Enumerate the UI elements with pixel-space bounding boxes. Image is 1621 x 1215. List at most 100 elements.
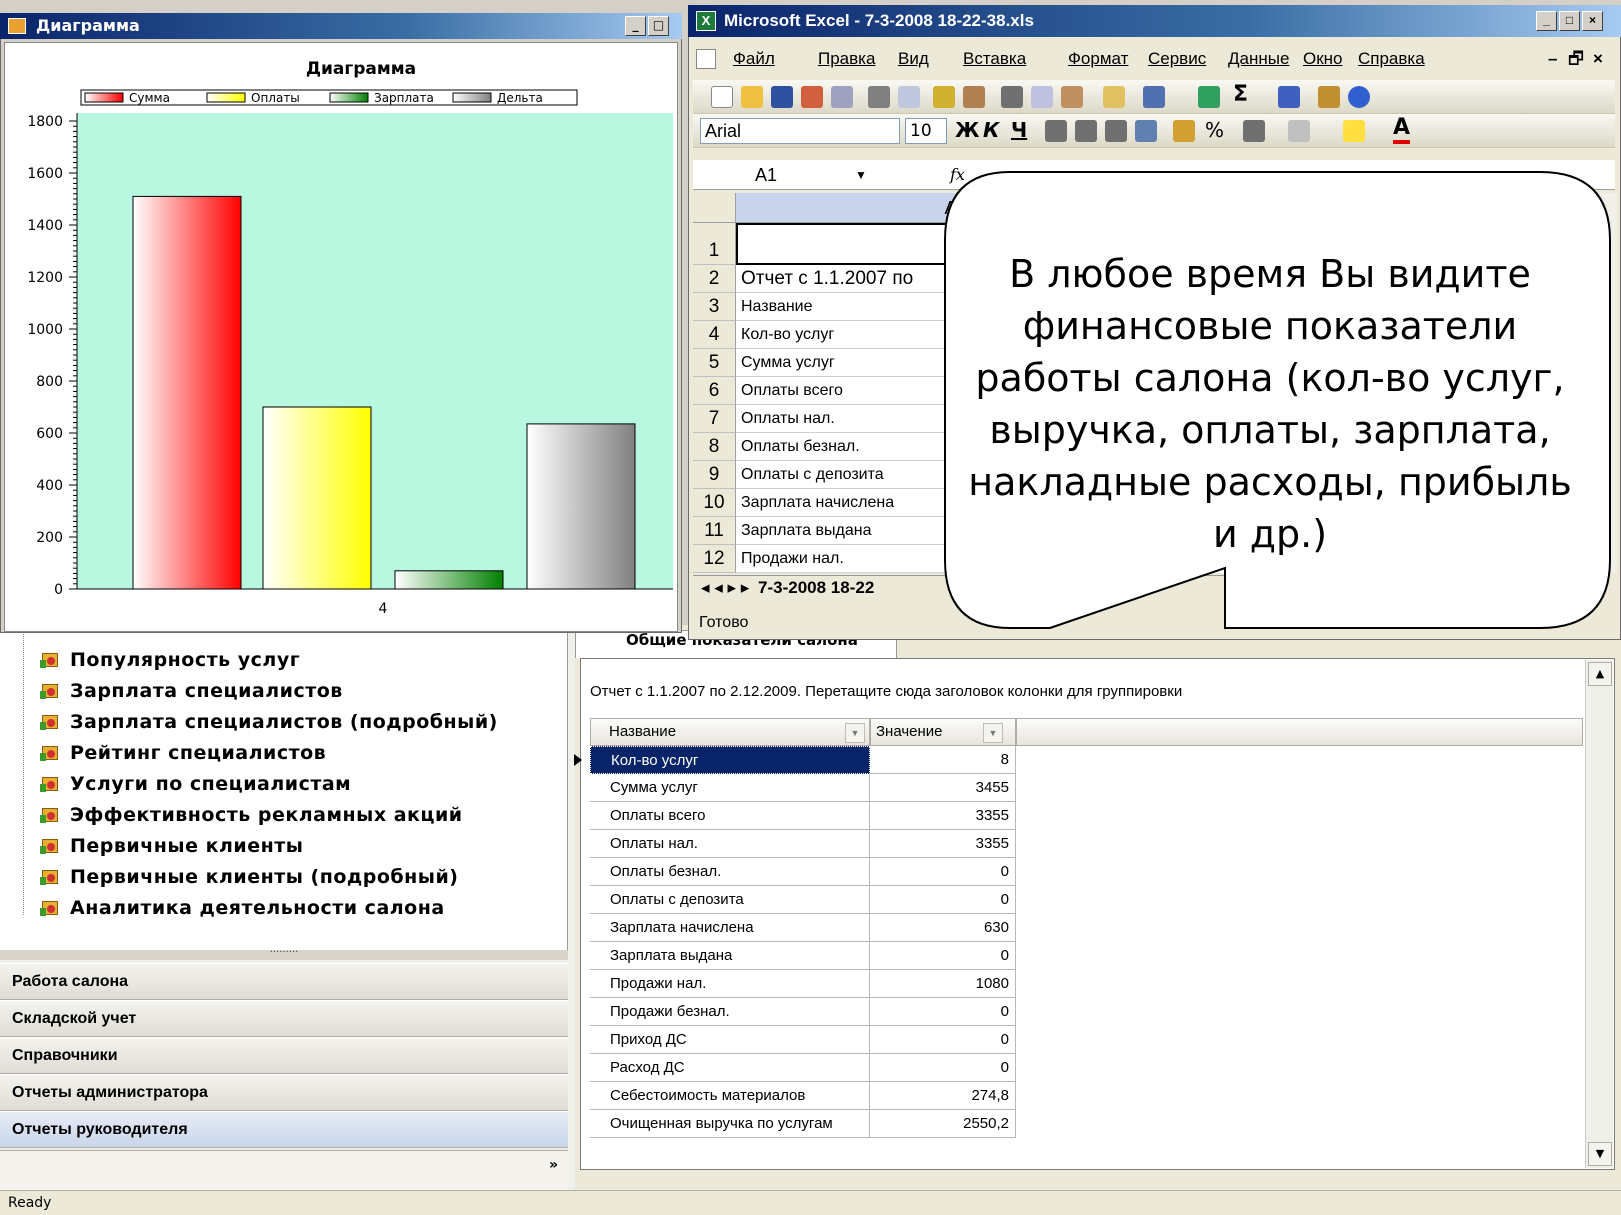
cell-value[interactable]: 0 xyxy=(870,1054,1016,1082)
minimize-icon[interactable]: _ xyxy=(1536,11,1557,31)
table-row[interactable]: Продажи нал. 1080 xyxy=(590,970,1040,998)
table-row[interactable]: Оплаты с депозита 0 xyxy=(590,886,1040,914)
undo-icon[interactable] xyxy=(1143,86,1165,108)
tree-item-report[interactable]: Эффективность рекламных акций xyxy=(40,800,463,830)
close-icon[interactable]: × xyxy=(1582,11,1603,31)
minimize-icon[interactable]: _ xyxy=(625,16,646,36)
menu-item[interactable]: Правка xyxy=(818,43,875,75)
cell-name[interactable]: Оплаты безнал. xyxy=(590,858,870,886)
font-name-select[interactable]: Arial xyxy=(700,118,900,144)
tree-item-report[interactable]: Первичные клиенты (подробный) xyxy=(40,862,458,892)
nav-section-button[interactable]: Отчеты администратора xyxy=(0,1074,568,1111)
scroll-down-icon[interactable]: ▼ xyxy=(1588,1142,1612,1166)
italic-button[interactable]: К xyxy=(983,118,999,142)
menu-item[interactable]: Справка xyxy=(1358,43,1425,75)
nav-chevron-icon[interactable]: » xyxy=(549,1158,558,1172)
menu-item[interactable]: Вид xyxy=(898,43,929,75)
group-by-hint[interactable]: Отчет с 1.1.2007 по 2.12.2009. Перетащит… xyxy=(590,683,1182,700)
paste-icon[interactable] xyxy=(1061,86,1083,108)
align-right-icon[interactable] xyxy=(1105,120,1127,142)
table-row[interactable]: Зарплата начислена 630 xyxy=(590,914,1040,942)
tree-item-report[interactable]: Первичные клиенты xyxy=(40,831,303,861)
tree-item-report[interactable]: Популярность услуг xyxy=(40,645,300,675)
tab-nav-icons[interactable]: ◂ ◂ ▸ ▸ xyxy=(701,578,754,597)
table-row[interactable]: Оплаты нал. 3355 xyxy=(590,830,1040,858)
table-row[interactable]: Зарплата выдана 0 xyxy=(590,942,1040,970)
table-row[interactable]: Оплаты безнал. 0 xyxy=(590,858,1040,886)
column-header-a[interactable]: A xyxy=(736,193,1166,223)
cell-value[interactable]: 3355 xyxy=(870,802,1016,830)
row-header[interactable]: 12 xyxy=(693,545,736,573)
tree-item-report[interactable]: Зарплата специалистов xyxy=(40,676,343,706)
nav-section-button[interactable]: Работа салона xyxy=(0,963,568,1000)
cell-value[interactable]: 8 xyxy=(870,746,1016,774)
name-box[interactable]: A1 ▼ fx xyxy=(695,163,965,188)
spelling-icon[interactable] xyxy=(933,86,955,108)
menu-item[interactable]: Данные xyxy=(1228,43,1289,75)
tree-item-report[interactable]: Рейтинг специалистов xyxy=(40,738,326,768)
cell-value[interactable]: 274,8 xyxy=(870,1082,1016,1110)
column-header-value[interactable]: Значение ▼ xyxy=(870,718,1016,746)
indent-icon[interactable] xyxy=(1243,120,1265,142)
cell-name[interactable]: Продажи нал. xyxy=(590,970,870,998)
cut-icon[interactable] xyxy=(1001,86,1023,108)
maximize-icon[interactable]: □ xyxy=(648,16,669,36)
bold-button[interactable]: Ж xyxy=(955,118,979,142)
copy-icon[interactable] xyxy=(1031,86,1053,108)
currency-icon[interactable] xyxy=(1173,120,1195,142)
cell-value[interactable]: 0 xyxy=(870,1026,1016,1054)
open-folder-icon[interactable] xyxy=(741,86,763,108)
row-header[interactable]: 8 xyxy=(693,433,736,461)
cell-name[interactable]: Оплаты с депозита xyxy=(590,886,870,914)
cell-name[interactable]: Зарплата начислена xyxy=(590,914,870,942)
cell-name[interactable]: Очищенная выручка по услугам xyxy=(590,1110,870,1138)
table-row[interactable]: Себестоимость материалов 274,8 xyxy=(590,1082,1040,1110)
doc-minimize-icon[interactable]: – xyxy=(1548,43,1557,75)
format-painter-icon[interactable] xyxy=(1103,86,1125,108)
font-size-select[interactable]: 10 xyxy=(905,118,947,144)
align-center-icon[interactable] xyxy=(1075,120,1097,142)
cell-value[interactable]: 3355 xyxy=(870,830,1016,858)
row-header[interactable]: 4 xyxy=(693,321,736,349)
tree-item-report[interactable]: Зарплата специалистов (подробный) xyxy=(40,707,498,737)
select-all-corner[interactable] xyxy=(693,193,736,223)
row-header[interactable]: 10 xyxy=(693,489,736,517)
row-header[interactable]: 5 xyxy=(693,349,736,377)
doc-restore-icon[interactable]: 🗗 xyxy=(1568,43,1584,75)
tree-item-report[interactable]: Аналитика деятельности салона xyxy=(40,893,445,923)
restore-icon[interactable]: □ xyxy=(1559,11,1580,31)
cell-name[interactable]: Зарплата выдана xyxy=(590,942,870,970)
tree-item-report[interactable]: Услуги по специалистам xyxy=(40,769,351,799)
menu-item[interactable]: Файл xyxy=(733,43,775,75)
cell-name[interactable]: Себестоимость материалов xyxy=(590,1082,870,1110)
document-icon[interactable] xyxy=(696,49,716,69)
cell-value[interactable]: 0 xyxy=(870,942,1016,970)
cell-name[interactable]: Оплаты всего xyxy=(590,802,870,830)
cell-name[interactable]: Оплаты нал. xyxy=(590,830,870,858)
filter-dropdown-icon[interactable]: ▼ xyxy=(983,723,1003,743)
cell-value[interactable]: 2550,2 xyxy=(870,1110,1016,1138)
table-row[interactable]: Кол-во услуг 8 xyxy=(574,746,1040,774)
table-row[interactable]: Сумма услуг 3455 xyxy=(590,774,1040,802)
cell-value[interactable]: 0 xyxy=(870,858,1016,886)
cell-name[interactable]: Расход ДС xyxy=(590,1054,870,1082)
excel-titlebar[interactable]: X Microsoft Excel - 7-3-2008 18-22-38.xl… xyxy=(688,5,1621,37)
cell-name[interactable]: Кол-во услуг xyxy=(590,746,870,774)
print-icon[interactable] xyxy=(868,86,890,108)
cell-name[interactable]: Продажи безнал. xyxy=(590,998,870,1026)
merge-center-icon[interactable] xyxy=(1135,120,1157,142)
row-header[interactable]: 3 xyxy=(693,293,736,321)
cell-value[interactable]: 1080 xyxy=(870,970,1016,998)
row-header[interactable]: 6 xyxy=(693,377,736,405)
cell-name[interactable]: Приход ДС xyxy=(590,1026,870,1054)
nav-section-button[interactable]: Справочники xyxy=(0,1037,568,1074)
filter-dropdown-icon[interactable]: ▼ xyxy=(845,723,865,743)
nav-section-button[interactable]: Складской учет xyxy=(0,1000,568,1037)
underline-button[interactable]: Ч xyxy=(1011,118,1027,142)
fx-icon[interactable]: fx xyxy=(950,163,965,187)
new-document-icon[interactable] xyxy=(711,86,733,108)
row-header[interactable]: 7 xyxy=(693,405,736,433)
scroll-up-icon[interactable]: ▲ xyxy=(1588,662,1612,686)
chevron-down-icon[interactable]: ▼ xyxy=(855,163,867,187)
row-header[interactable]: 11 xyxy=(693,517,736,545)
